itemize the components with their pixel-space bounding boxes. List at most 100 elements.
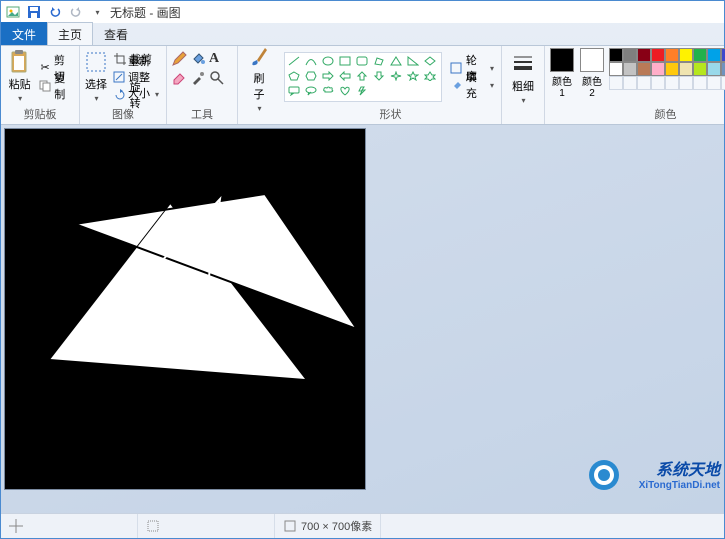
shape-callout-oval-icon[interactable] [304, 85, 318, 97]
color-swatch[interactable] [665, 62, 679, 76]
color-swatch[interactable] [693, 62, 707, 76]
eraser-icon[interactable] [171, 70, 187, 86]
tab-view[interactable]: 查看 [93, 22, 139, 45]
watermark: 系统天地 XiTongTianDi.net [639, 462, 720, 491]
shape-rect-icon[interactable] [338, 55, 352, 67]
shape-star4-icon[interactable] [389, 70, 403, 82]
shape-heart-icon[interactable] [338, 85, 352, 97]
group-tools: A 工具 [167, 46, 238, 124]
window-title: 无标题 - 画图 [110, 4, 181, 21]
shape-callout-rect-icon[interactable] [287, 85, 301, 97]
shape-gallery[interactable] [284, 52, 442, 102]
paste-button[interactable]: 粘贴▾ [5, 49, 34, 105]
status-selection [138, 514, 275, 538]
group-image-label: 图像 [84, 105, 162, 124]
color-swatch-empty[interactable] [637, 76, 651, 90]
shape-rtriangle-icon[interactable] [406, 55, 420, 67]
group-colors-label: 颜色 [549, 105, 725, 124]
shape-star5-icon[interactable] [406, 70, 420, 82]
shape-callout-cloud-icon[interactable] [321, 85, 335, 97]
redo-button[interactable] [67, 3, 85, 21]
crosshair-icon [9, 519, 23, 533]
color-swatch-empty[interactable] [721, 76, 725, 90]
shape-curve-icon[interactable] [304, 55, 318, 67]
shape-polygon-icon[interactable] [372, 55, 386, 67]
group-shapes: 轮廓▾ 填充▾ 形状 [280, 46, 502, 124]
select-button[interactable]: 选择▾ [84, 49, 108, 105]
color-swatch[interactable] [707, 62, 721, 76]
shape-diamond-icon[interactable] [423, 55, 437, 67]
titlebar: ▾ 无标题 - 画图 [1, 1, 724, 23]
group-tools-label: 工具 [171, 105, 233, 124]
shape-pentagon-icon[interactable] [287, 70, 301, 82]
color-swatch[interactable] [665, 48, 679, 62]
fill-icon [450, 78, 463, 92]
save-button[interactable] [25, 3, 43, 21]
tab-file[interactable]: 文件 [1, 22, 47, 45]
shape-roundrect-icon[interactable] [355, 55, 369, 67]
shape-bolt-icon[interactable] [355, 85, 369, 97]
drawing [5, 129, 365, 489]
tabbar: 文件 主页 查看 [1, 23, 724, 45]
color-swatch[interactable] [609, 48, 623, 62]
copy-button[interactable]: 复制 [36, 77, 75, 94]
color-swatch[interactable] [651, 48, 665, 62]
app-window: ▾ 无标题 - 画图 文件 主页 查看 粘贴▾ ✂剪切 复制 剪贴板 [0, 0, 725, 539]
shape-hexagon-icon[interactable] [304, 70, 318, 82]
color-swatch[interactable] [679, 48, 693, 62]
color-swatch[interactable] [707, 48, 721, 62]
size-button[interactable]: 粗细▾ [506, 51, 540, 107]
shape-arrowu-icon[interactable] [355, 70, 369, 82]
text-icon[interactable]: A [209, 51, 219, 67]
group-colors: 颜色 1 颜色 2 编辑颜色 颜色 [545, 46, 725, 124]
color-swatch-empty[interactable] [665, 76, 679, 90]
shape-fill-button[interactable]: 填充▾ [447, 77, 497, 94]
magnifier-icon[interactable] [209, 70, 225, 86]
color-swatch-empty[interactable] [707, 76, 721, 90]
undo-button[interactable] [46, 3, 64, 21]
color-swatch-empty[interactable] [693, 76, 707, 90]
color-swatch-empty[interactable] [623, 76, 637, 90]
shape-arrowr-icon[interactable] [321, 70, 335, 82]
color-swatch[interactable] [637, 48, 651, 62]
bucket-icon[interactable] [190, 51, 206, 67]
pencil-icon[interactable] [171, 51, 187, 67]
color2-button[interactable]: 颜色 2 [579, 48, 605, 99]
color-swatch[interactable] [651, 62, 665, 76]
shape-line-icon[interactable] [287, 55, 301, 67]
color-swatch[interactable] [623, 48, 637, 62]
color-swatch[interactable] [679, 62, 693, 76]
shape-triangle-icon[interactable] [389, 55, 403, 67]
selection-icon [146, 519, 160, 533]
shape-arrowd-icon[interactable] [372, 70, 386, 82]
color1-button[interactable]: 颜色 1 [549, 48, 575, 99]
outline-icon [450, 61, 463, 75]
color-swatch[interactable] [623, 62, 637, 76]
color-swatch-empty[interactable] [609, 76, 623, 90]
shape-star6-icon[interactable] [423, 70, 437, 82]
color-swatch[interactable] [721, 48, 725, 62]
color-swatch[interactable] [609, 62, 623, 76]
resize-icon [113, 70, 125, 84]
shape-arrowl-icon[interactable] [338, 70, 352, 82]
color1-swatch [550, 48, 574, 72]
color-swatch[interactable] [721, 62, 725, 76]
color-swatch-empty[interactable] [679, 76, 693, 90]
color-swatch[interactable] [693, 48, 707, 62]
rotate-button[interactable]: 旋转▾ [110, 86, 162, 103]
canvas-area[interactable]: 系统天地 XiTongTianDi.net [1, 125, 724, 513]
color-swatch-empty[interactable] [651, 76, 665, 90]
group-clipboard-label: 剪贴板 [5, 105, 75, 124]
qat-dropdown[interactable]: ▾ [88, 3, 106, 21]
copy-icon [39, 79, 51, 93]
color-palette [609, 48, 725, 89]
shape-oval-icon[interactable] [321, 55, 335, 67]
tab-home[interactable]: 主页 [47, 22, 93, 46]
brush-button[interactable]: 刷子▾ [242, 51, 276, 107]
picker-icon[interactable] [190, 70, 206, 86]
canvas[interactable] [5, 129, 365, 489]
color-swatch[interactable] [637, 62, 651, 76]
clipboard-icon [8, 50, 32, 74]
select-icon [84, 50, 108, 74]
status-position [1, 514, 138, 538]
